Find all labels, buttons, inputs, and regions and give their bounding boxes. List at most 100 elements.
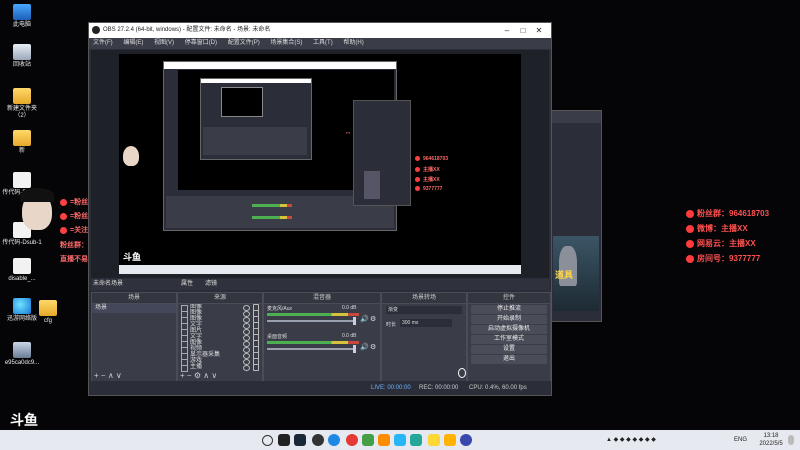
window-controls: – □ ✕ [499, 23, 547, 38]
language-indicator[interactable]: ENG [734, 430, 747, 450]
notification-icon[interactable] [788, 435, 794, 445]
menu-view[interactable]: 视图(V) [154, 40, 174, 46]
nested-titlebar-2 [201, 79, 311, 83]
transition-type-select[interactable]: 渐变 [386, 306, 462, 314]
controls-dock-title: 控件 [468, 293, 550, 304]
maximize-button[interactable]: □ [515, 23, 531, 38]
tray-icons[interactable]: ▲ ◆ ◆ ◆ ◆ ◆ ◆ ◆ [606, 430, 656, 450]
settings-button[interactable]: 设置 [471, 345, 547, 354]
stop-streaming-button[interactable]: 停止推流 [471, 305, 547, 314]
down-icon[interactable]: ∨ [116, 371, 122, 380]
edge-icon[interactable] [328, 434, 340, 446]
nested-info-line-3: 主播XX [415, 176, 440, 183]
desktop-icon-file-3[interactable]: disable_... [2, 258, 42, 283]
speaker-icon[interactable]: 🔊 [360, 315, 369, 323]
obs-title: OBS 27.2.4 (64-bit, windows) - 配置文件: 未命名… [103, 27, 271, 33]
controls-dock: 控件 停止推流 开始录制 启动虚拟摄像机 工作室模式 设置 退出 [467, 292, 551, 382]
browser-icon[interactable] [394, 434, 406, 446]
nested-canvas-2 [221, 87, 263, 117]
duration-label: 时长 [386, 322, 397, 328]
preview-canvas: ▪▪▪ 964618703 主播XX 主播XX 9377777 斗鱼 [119, 54, 521, 274]
scenes-dock: 场景 场景 + − ∧ ∨ [91, 292, 177, 382]
source-row[interactable]: 主播 [178, 364, 262, 372]
obs-preview[interactable]: ▪▪▪ 964618703 主播XX 主播XX 9377777 斗鱼 [91, 50, 549, 278]
studio-mode-button[interactable]: 工作室模式 [471, 335, 547, 344]
menu-tools[interactable]: 工具(T) [313, 40, 333, 46]
properties-tab[interactable]: 属性 [181, 279, 193, 290]
obs-titlebar[interactable]: OBS 27.2.4 (64-bit, windows) - 配置文件: 未命名… [89, 23, 551, 38]
speaker-icon[interactable]: 🔊 [360, 343, 369, 351]
add-icon[interactable]: + [94, 371, 99, 380]
obs-window[interactable]: OBS 27.2.4 (64-bit, windows) - 配置文件: 未命名… [88, 22, 552, 396]
app-icon [13, 342, 31, 358]
desktop-icon-folder-2[interactable]: 新 [2, 130, 42, 155]
up-icon[interactable]: ∧ [203, 371, 209, 380]
menu-docks[interactable]: 停靠窗口(D) [185, 40, 217, 46]
edge2-icon[interactable] [460, 434, 472, 446]
eye-icon[interactable] [243, 365, 250, 371]
desktop-icon-pc[interactable]: 此电脑 [2, 4, 42, 29]
steam-icon[interactable] [294, 434, 306, 446]
background-window[interactable]: 道具 [548, 110, 602, 322]
nested-info-line-2: 主播XX [415, 166, 440, 173]
wechat-icon[interactable] [362, 434, 374, 446]
obs-logo-icon [92, 26, 100, 34]
gear-icon[interactable]: ⚙ [370, 315, 376, 323]
penguin-icon[interactable] [278, 434, 290, 446]
avatar-hair [20, 188, 54, 202]
volume-knob[interactable] [353, 345, 356, 353]
up-icon[interactable]: ∧ [108, 371, 114, 380]
menu-profile[interactable]: 配置文件(P) [228, 40, 260, 46]
volume-knob[interactable] [353, 317, 356, 325]
cpu-status: CPU: 0.4%, 60.00 fps [469, 385, 527, 391]
duration-input[interactable]: 300 ms [400, 319, 452, 327]
app-icon[interactable] [444, 434, 456, 446]
add-icon[interactable]: + [180, 371, 185, 380]
desktop-icon-cfg[interactable]: cfg [28, 300, 68, 325]
nested-info-line-1: 964618703 [415, 156, 448, 162]
exit-button[interactable]: 退出 [471, 355, 547, 364]
info-fan-group: 粉丝群：964618703 [686, 208, 769, 219]
gear-icon[interactable]: ⚙ [370, 343, 376, 351]
bullet-icon [415, 186, 420, 192]
lock-icon[interactable] [253, 364, 259, 371]
folder-icon [39, 300, 57, 316]
filters-tab[interactable]: 滤镜 [205, 279, 217, 290]
file-icon [13, 172, 31, 188]
cursor-icon [458, 368, 466, 378]
menu-edit[interactable]: 编辑(E) [123, 40, 143, 46]
menu-scene-collection[interactable]: 场景集合(S) [270, 40, 302, 46]
minimize-button[interactable]: – [499, 23, 515, 38]
bullet-icon [60, 226, 67, 234]
transitions-dock: 场景转场 渐变 时长 300 ms [381, 292, 467, 382]
obs-icon[interactable] [312, 434, 324, 446]
scene-item[interactable]: 场景 [92, 304, 176, 313]
desktop-icon-recycle-bin[interactable]: 回收站 [2, 44, 42, 69]
mixer-channel-1-meter [267, 313, 359, 316]
game-icon[interactable] [378, 434, 390, 446]
chat-icon[interactable] [410, 434, 422, 446]
remove-icon[interactable]: − [187, 371, 192, 380]
nested-background-window [353, 100, 411, 206]
close-button[interactable]: ✕ [531, 23, 547, 38]
netease-icon [686, 239, 694, 248]
menu-help[interactable]: 帮助(H) [343, 40, 363, 46]
mixer-channel-0-name: 桌面音频 [267, 334, 288, 340]
desktop-icon-app[interactable]: e95ca0dc9... [2, 342, 42, 367]
virtual-camera-button[interactable]: 启动虚拟摄像机 [471, 325, 547, 334]
clock[interactable]: 13:18 2022/5/5 [756, 432, 786, 448]
mixer-channel-0-volume[interactable] [267, 345, 356, 353]
clock-date: 2022/5/5 [759, 441, 783, 447]
start-recording-button[interactable]: 开始录制 [471, 315, 547, 324]
pc-icon [13, 4, 31, 20]
remove-icon[interactable]: − [101, 371, 106, 380]
netease-icon[interactable] [346, 434, 358, 446]
search-icon[interactable] [262, 435, 273, 446]
menu-file[interactable]: 文件(F) [93, 40, 113, 46]
gear-icon[interactable]: ⚙ [194, 371, 201, 380]
desktop-icon-folder-1[interactable]: 新建文件夹（2） [2, 88, 42, 120]
down-icon[interactable]: ∨ [211, 371, 217, 380]
mixer-channel-1-volume[interactable] [267, 317, 356, 325]
fan-group-icon [686, 209, 694, 218]
folder-icon[interactable] [428, 434, 440, 446]
